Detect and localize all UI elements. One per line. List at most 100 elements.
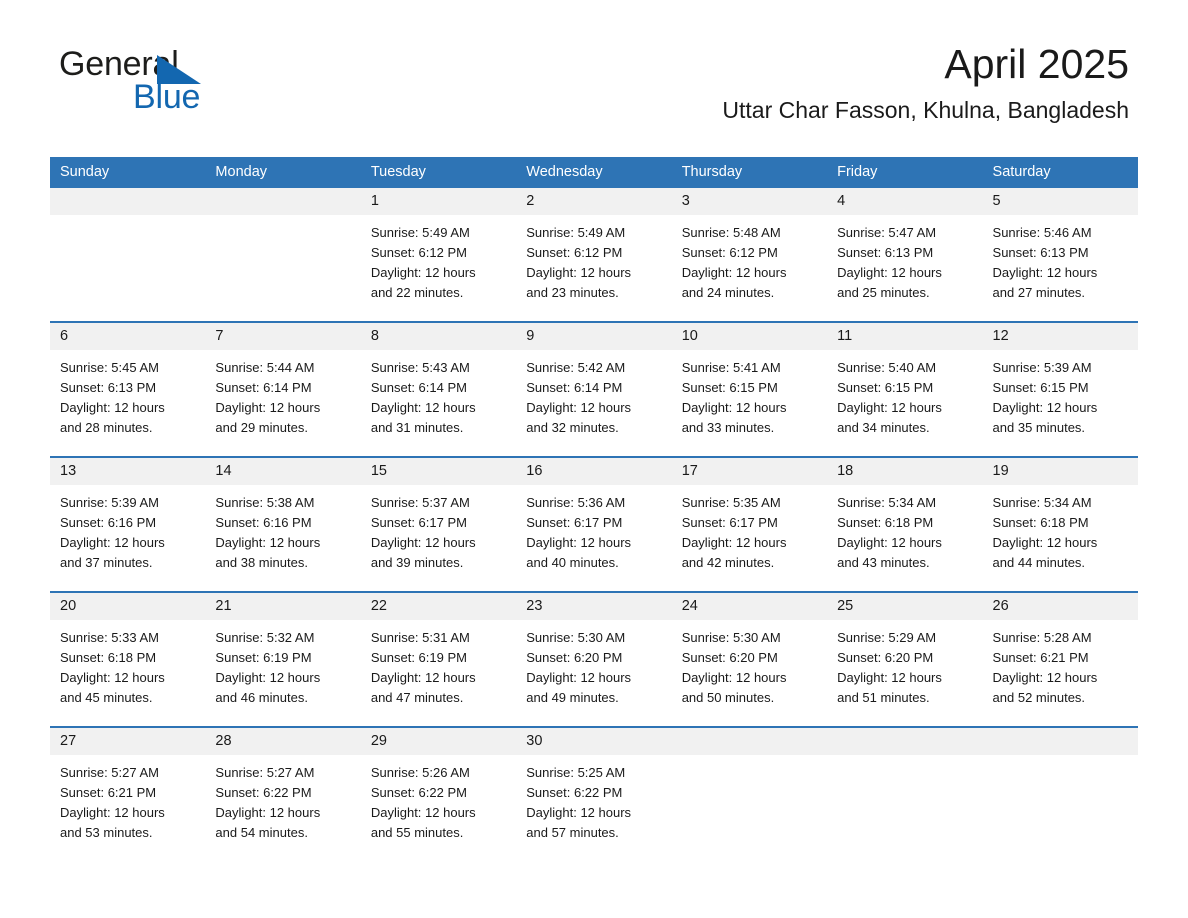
- sunrise-text: Sunrise: 5:31 AM: [370, 630, 470, 645]
- day-details: Sunrise: 5:31 AM Sunset: 6:19 PM Daylight:…: [361, 620, 516, 708]
- calendar-day-cell[interactable]: 9 Sunrise: 5:42 AM Sunset: 6:14 PM Daylight…: [516, 323, 672, 456]
- weekday-header-friday: Friday: [837, 164, 878, 180]
- sunset-text: Sunset: 6:22 PM: [526, 785, 623, 800]
- daylight-text-line2: and 49 minutes.: [526, 690, 619, 705]
- calendar-day-cell[interactable]: 8 Sunrise: 5:43 AM Sunset: 6:14 PM Daylight…: [360, 323, 517, 456]
- daylight-text-line1: Daylight: 12 hours: [60, 535, 165, 550]
- generalblue-logo[interactable]: General Blue: [59, 46, 259, 118]
- calendar-day-cell[interactable]: 5 Sunrise: 5:46 AM Sunset: 6:13 PM Daylight…: [982, 188, 1138, 321]
- daylight-text-line2: and 22 minutes.: [370, 285, 464, 300]
- sunrise-text: Sunrise: 5:34 AM: [837, 495, 937, 510]
- daylight-text-line1: Daylight: 12 hours: [526, 400, 632, 415]
- calendar-day-cell[interactable]: 15 Sunrise: 5:37 AM Sunset: 6:17 PM Dayligh…: [360, 458, 517, 591]
- day-number: 11: [827, 323, 983, 350]
- calendar-day-cell[interactable]: 18 Sunrise: 5:34 AM Sunset: 6:18 PM Dayligh…: [827, 458, 983, 591]
- sunset-text: Sunset: 6:22 PM: [215, 785, 312, 800]
- sunrise-text: Sunrise: 5:29 AM: [837, 630, 937, 645]
- daylight-text-line2: and 33 minutes.: [681, 420, 775, 435]
- calendar-day-cell[interactable]: 27 Sunrise: 5:27 AM Sunset: 6:21 PM Dayligh…: [50, 728, 206, 861]
- calendar-day-cell[interactable]: 22 Sunrise: 5:31 AM Sunset: 6:19 PM Dayligh…: [360, 593, 517, 726]
- daylight-text-line1: Daylight: 12 hours: [992, 400, 1098, 415]
- calendar-day-cell[interactable]: 2 Sunrise: 5:49 AM Sunset: 6:12 PM Daylight…: [516, 188, 672, 321]
- calendar-day-cell[interactable]: 25 Sunrise: 5:29 AM Sunset: 6:20 PM Dayligh…: [827, 593, 983, 726]
- daylight-text-line1: Daylight: 12 hours: [992, 535, 1098, 550]
- sunrise-text: Sunrise: 5:30 AM: [681, 630, 781, 645]
- day-details: Sunrise: 5:49 AM Sunset: 6:12 PM Daylight:…: [516, 215, 671, 303]
- daylight-text-line1: Daylight: 12 hours: [837, 400, 942, 415]
- day-number: 22: [360, 593, 517, 620]
- daylight-text-line1: Daylight: 12 hours: [60, 400, 165, 415]
- daylight-text-line2: and 34 minutes.: [837, 420, 930, 435]
- sunrise-text: Sunrise: 5:48 AM: [681, 225, 781, 240]
- sunset-text: Sunset: 6:17 PM: [370, 515, 467, 530]
- calendar-day-cell[interactable]: 12 Sunrise: 5:39 AM Sunset: 6:15 PM Dayligh…: [982, 323, 1138, 456]
- calendar-day-cell[interactable]: 21 Sunrise: 5:32 AM Sunset: 6:19 PM Dayligh…: [205, 593, 361, 726]
- sunset-text: Sunset: 6:18 PM: [837, 515, 934, 530]
- sunrise-text: Sunrise: 5:41 AM: [681, 360, 781, 375]
- daylight-text-line1: Daylight: 12 hours: [215, 400, 321, 415]
- day-number: 27: [50, 728, 206, 755]
- page-title: April 2025: [944, 41, 1129, 87]
- day-details: Sunrise: 5:38 AM Sunset: 6:16 PM Daylight:…: [205, 485, 360, 573]
- calendar-day-cell[interactable]: 19 Sunrise: 5:34 AM Sunset: 6:18 PM Dayligh…: [982, 458, 1138, 591]
- day-details: Sunrise: 5:34 AM Sunset: 6:18 PM Daylight:…: [983, 485, 1138, 573]
- day-number: 9: [516, 323, 672, 350]
- calendar-week-cells: 13 Sunrise: 5:39 AM Sunset: 6:16 PM Dayligh…: [50, 458, 1138, 591]
- daylight-text-line2: and 44 minutes.: [992, 555, 1086, 570]
- calendar-day-cell[interactable]: 29 Sunrise: 5:26 AM Sunset: 6:22 PM Dayligh…: [360, 728, 517, 861]
- day-number: [50, 188, 206, 215]
- calendar-day-cell[interactable]: 26 Sunrise: 5:28 AM Sunset: 6:21 PM Dayligh…: [982, 593, 1138, 726]
- calendar-day-cell[interactable]: 17 Sunrise: 5:35 AM Sunset: 6:17 PM Dayligh…: [671, 458, 828, 591]
- sunset-text: Sunset: 6:19 PM: [215, 650, 312, 665]
- calendar-day-cell[interactable]: 7 Sunrise: 5:44 AM Sunset: 6:14 PM Daylight…: [205, 323, 361, 456]
- sunrise-text: Sunrise: 5:34 AM: [992, 495, 1092, 510]
- calendar-day-cell[interactable]: 30 Sunrise: 5:25 AM Sunset: 6:22 PM Dayligh…: [516, 728, 672, 861]
- calendar-day-cell[interactable]: 3 Sunrise: 5:48 AM Sunset: 6:12 PM Daylight…: [671, 188, 828, 321]
- calendar-day-cell[interactable]: 20 Sunrise: 5:33 AM Sunset: 6:18 PM Dayligh…: [50, 593, 206, 726]
- calendar-day-cell[interactable]: 16 Sunrise: 5:36 AM Sunset: 6:17 PM Dayligh…: [516, 458, 672, 591]
- calendar-day-cell[interactable]: 13 Sunrise: 5:39 AM Sunset: 6:16 PM Dayligh…: [50, 458, 206, 591]
- day-number: 20: [50, 593, 206, 620]
- calendar-body: 1 Sunrise: 5:49 AM Sunset: 6:12 PM Daylight…: [50, 188, 1138, 861]
- daylight-text-line2: and 31 minutes.: [370, 420, 464, 435]
- calendar-week-row: 20 Sunrise: 5:33 AM Sunset: 6:18 PM Dayligh…: [50, 591, 1138, 726]
- daylight-text-line2: and 32 minutes.: [526, 420, 619, 435]
- calendar-day-cell[interactable]: 23 Sunrise: 5:30 AM Sunset: 6:20 PM Dayligh…: [516, 593, 672, 726]
- calendar-day-cell-empty: [982, 728, 1138, 861]
- calendar-day-cell[interactable]: 1 Sunrise: 5:49 AM Sunset: 6:12 PM Daylight…: [360, 188, 517, 321]
- sunset-text: Sunset: 6:15 PM: [837, 380, 934, 395]
- day-number: 12: [982, 323, 1138, 350]
- daylight-text-line1: Daylight: 12 hours: [370, 535, 476, 550]
- calendar-day-cell[interactable]: 6 Sunrise: 5:45 AM Sunset: 6:13 PM Daylight…: [50, 323, 206, 456]
- daylight-text-line1: Daylight: 12 hours: [526, 805, 632, 820]
- calendar-week-cells: 20 Sunrise: 5:33 AM Sunset: 6:18 PM Dayligh…: [50, 593, 1138, 726]
- calendar-week-row: 1 Sunrise: 5:49 AM Sunset: 6:12 PM Daylight…: [50, 188, 1138, 321]
- daylight-text-line1: Daylight: 12 hours: [681, 400, 787, 415]
- calendar-day-cell[interactable]: 11 Sunrise: 5:40 AM Sunset: 6:15 PM Dayligh…: [827, 323, 983, 456]
- calendar-day-cell[interactable]: 28 Sunrise: 5:27 AM Sunset: 6:22 PM Dayligh…: [205, 728, 361, 861]
- sunset-text: Sunset: 6:19 PM: [370, 650, 467, 665]
- daylight-text-line1: Daylight: 12 hours: [526, 670, 632, 685]
- calendar-day-cell[interactable]: 10 Sunrise: 5:41 AM Sunset: 6:15 PM Dayligh…: [671, 323, 828, 456]
- weekday-header-tuesday: Tuesday: [370, 164, 426, 180]
- daylight-text-line1: Daylight: 12 hours: [215, 805, 321, 820]
- sunset-text: Sunset: 6:15 PM: [992, 380, 1089, 395]
- sunset-text: Sunset: 6:20 PM: [837, 650, 934, 665]
- sunrise-text: Sunrise: 5:30 AM: [526, 630, 626, 645]
- sunset-text: Sunset: 6:14 PM: [526, 380, 623, 395]
- sunset-text: Sunset: 6:18 PM: [60, 650, 157, 665]
- calendar-week-row: 27 Sunrise: 5:27 AM Sunset: 6:21 PM Dayligh…: [50, 726, 1138, 861]
- daylight-text-line1: Daylight: 12 hours: [60, 670, 165, 685]
- calendar-day-cell-empty: [827, 728, 983, 861]
- day-details: Sunrise: 5:25 AM Sunset: 6:22 PM Daylight:…: [516, 755, 671, 843]
- day-number: 26: [982, 593, 1138, 620]
- daylight-text-line2: and 23 minutes.: [526, 285, 619, 300]
- calendar-day-cell[interactable]: 4 Sunrise: 5:47 AM Sunset: 6:13 PM Daylight…: [827, 188, 983, 321]
- day-details: Sunrise: 5:43 AM Sunset: 6:14 PM Daylight:…: [361, 350, 516, 438]
- daylight-text-line1: Daylight: 12 hours: [681, 535, 787, 550]
- day-details: Sunrise: 5:28 AM Sunset: 6:21 PM Daylight:…: [983, 620, 1138, 708]
- calendar-day-cell[interactable]: 24 Sunrise: 5:30 AM Sunset: 6:20 PM Dayligh…: [671, 593, 828, 726]
- calendar-day-cell[interactable]: 14 Sunrise: 5:38 AM Sunset: 6:16 PM Dayligh…: [205, 458, 361, 591]
- sunrise-text: Sunrise: 5:49 AM: [370, 225, 470, 240]
- calendar-day-cell-empty: [671, 728, 828, 861]
